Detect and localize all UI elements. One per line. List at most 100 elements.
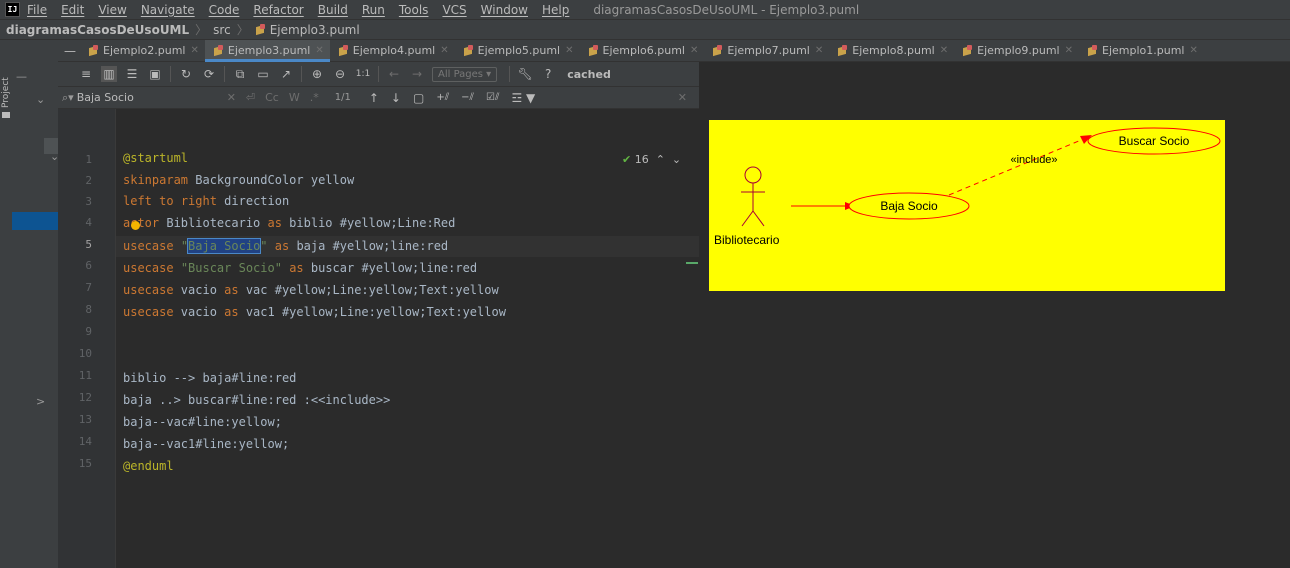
remove-occurrence-icon[interactable]: −⫽	[461, 92, 474, 103]
menu-code[interactable]: Code	[209, 3, 240, 17]
breadcrumb: diagramasCasosDeUsoUML 〉 src 〉 Ejemplo3.…	[0, 19, 1290, 40]
help-button[interactable]: ?	[540, 66, 556, 82]
code-line-3[interactable]: left to right direction	[123, 191, 289, 212]
code-line-1[interactable]: @startuml	[123, 148, 188, 169]
line-number: 2	[85, 174, 92, 187]
code-line-13[interactable]: baja--vac#line:yellow;	[123, 412, 282, 433]
close-icon[interactable]: ✕	[678, 91, 687, 104]
zoom-in-icon[interactable]: ⊕	[309, 66, 325, 82]
tab-label: Ejemplo2.puml	[103, 44, 186, 57]
breadcrumb-folder[interactable]: src	[213, 23, 231, 37]
zoom-out-icon[interactable]: ⊖	[332, 66, 348, 82]
collapse-icon[interactable]: —	[64, 40, 76, 61]
close-icon[interactable]: ✕	[565, 45, 573, 56]
close-icon[interactable]: ✕	[690, 45, 698, 56]
close-icon[interactable]: ✕	[1189, 45, 1197, 56]
menu-vcs[interactable]: VCS	[442, 3, 466, 17]
new-line-icon[interactable]: ⏎	[246, 91, 255, 104]
close-icon[interactable]: ✕	[940, 45, 948, 56]
refresh-icon[interactable]: ↻	[178, 66, 194, 82]
chevron-down-icon[interactable]: ⌄	[36, 93, 45, 106]
line-number: 4	[85, 216, 92, 229]
code-text: biblio --> baja#line:red	[123, 371, 297, 385]
use-case-diagram[interactable]: Bibliotecario Baja Socio «include» Busca…	[709, 120, 1225, 291]
lightbulb-icon[interactable]	[131, 221, 140, 230]
close-icon[interactable]: ✕	[815, 45, 823, 56]
previous-occurrence-icon[interactable]: ↑	[369, 91, 379, 105]
code-line-15[interactable]: @enduml	[123, 456, 174, 477]
menu-navigate[interactable]: Navigate	[141, 3, 195, 17]
chevron-right-icon[interactable]: >	[36, 395, 45, 408]
prev-page-icon[interactable]: ←	[386, 66, 402, 82]
breadcrumb-project[interactable]: diagramasCasosDeUsoUML	[6, 23, 189, 37]
preview-only-icon[interactable]: ☰	[124, 66, 140, 82]
menu-run[interactable]: Run	[362, 3, 385, 17]
sync-icon[interactable]: ⟳	[201, 66, 217, 82]
menu-window[interactable]: Window	[481, 3, 528, 17]
inspection-widget[interactable]: ✔ 16 ⌃ ⌄	[622, 153, 681, 166]
clear-icon[interactable]: ✕	[227, 91, 236, 104]
tab-ejemplo5[interactable]: Ejemplo5.puml ✕	[455, 40, 580, 61]
breadcrumb-file[interactable]: Ejemplo3.puml	[270, 23, 360, 37]
chevron-up-icon[interactable]: ⌃	[652, 153, 665, 166]
match-case-toggle[interactable]: Cc	[265, 91, 279, 104]
settings-wrench-icon[interactable]: 🔧︎	[517, 66, 533, 82]
select-all-occurrences-icon[interactable]: ▢	[413, 91, 424, 105]
next-occurrence-icon[interactable]: ↓	[391, 91, 401, 105]
menu-help[interactable]: Help	[542, 3, 569, 17]
code-line-7[interactable]: usecase vacio as vac #yellow;Line:yellow…	[123, 280, 499, 301]
menu-refactor[interactable]: Refactor	[253, 3, 303, 17]
code-line-14[interactable]: baja--vac1#line:yellow;	[123, 434, 289, 455]
tab-ejemplo3[interactable]: Ejemplo3.puml ✕	[204, 40, 330, 62]
add-occurrence-icon[interactable]: +⫽	[436, 92, 449, 103]
find-bar: ⌕▾ ✕ ⏎ Cc W .* 1/1 ↑ ↓ ▢ +⫽ −⫽ ☑⫽ ☲ ▼ ✕	[58, 87, 699, 109]
line-number: 14	[78, 435, 92, 448]
tab-ejemplo6[interactable]: Ejemplo6.puml ✕	[580, 40, 705, 61]
image-icon[interactable]: ▣	[147, 66, 163, 82]
editor-only-icon[interactable]: ≡	[78, 66, 94, 82]
tab-ejemplo7[interactable]: Ejemplo7.puml ✕	[704, 40, 829, 61]
close-icon[interactable]: ✕	[315, 45, 323, 56]
code-line-12[interactable]: baja ..> buscar#line:red :<<include>>	[123, 390, 390, 411]
chevron-down-icon[interactable]: ⌄	[668, 153, 681, 166]
save-icon[interactable]: ▭	[255, 66, 271, 82]
tree-item-selected[interactable]	[12, 212, 58, 230]
code-line-2[interactable]: skinparam BackgroundColor yellow	[123, 170, 354, 191]
copy-icon[interactable]: ⧉	[232, 66, 248, 82]
code-text: usecase "Buscar Socio" as buscar #yellow…	[123, 261, 478, 275]
code-line-11[interactable]: biblio --> baja#line:red	[123, 368, 296, 389]
close-icon[interactable]: ✕	[190, 45, 198, 56]
whole-word-toggle[interactable]: W	[289, 91, 300, 104]
filter-icon[interactable]: ☲ ▼	[511, 91, 535, 105]
menu-build[interactable]: Build	[318, 3, 348, 17]
select-occurrences-icon[interactable]: ☑⫽	[486, 92, 499, 103]
code-text: usecase "Baja Socio" as baja #yellow;lin…	[123, 238, 449, 254]
close-icon[interactable]: ✕	[1065, 45, 1073, 56]
tab-ejemplo4[interactable]: Ejemplo4.puml ✕	[330, 40, 455, 61]
pages-select[interactable]: All Pages ▾	[432, 66, 498, 82]
menu-edit[interactable]: Edit	[61, 3, 84, 17]
menu-tools[interactable]: Tools	[399, 3, 429, 17]
code-line-4[interactable]: actor Bibliotecario as biblio #yellow;Li…	[123, 213, 455, 234]
tab-ejemplo1[interactable]: Ejemplo1.puml ✕	[1079, 40, 1204, 61]
code-line-8[interactable]: usecase vacio as vac1 #yellow;Line:yello…	[123, 302, 506, 323]
next-page-icon[interactable]: →	[409, 66, 425, 82]
regex-toggle[interactable]: .*	[310, 91, 319, 104]
code-line-5[interactable]: usecase "Baja Socio" as baja #yellow;lin…	[123, 236, 448, 257]
menu-view[interactable]: View	[98, 3, 126, 17]
close-icon[interactable]: ✕	[440, 45, 448, 56]
tab-ejemplo9[interactable]: Ejemplo9.puml ✕	[954, 40, 1079, 61]
minimize-icon[interactable]: —	[16, 70, 27, 83]
actual-size-button[interactable]: 1:1	[355, 66, 371, 82]
search-input[interactable]	[76, 91, 227, 104]
code-line-6[interactable]: usecase "Buscar Socio" as buscar #yellow…	[123, 258, 477, 279]
external-link-icon[interactable]: ↗	[278, 66, 294, 82]
tab-ejemplo2[interactable]: Ejemplo2.puml ✕	[80, 40, 205, 61]
project-tool-tab[interactable]: Project	[0, 64, 12, 114]
split-view-icon[interactable]: ▥	[101, 66, 117, 82]
search-icon[interactable]: ⌕▾	[62, 91, 74, 105]
code-text: @startuml	[123, 151, 189, 165]
tree-item[interactable]	[44, 138, 58, 154]
tab-ejemplo8[interactable]: Ejemplo8.puml ✕	[829, 40, 954, 61]
menu-file[interactable]: File	[27, 3, 47, 17]
